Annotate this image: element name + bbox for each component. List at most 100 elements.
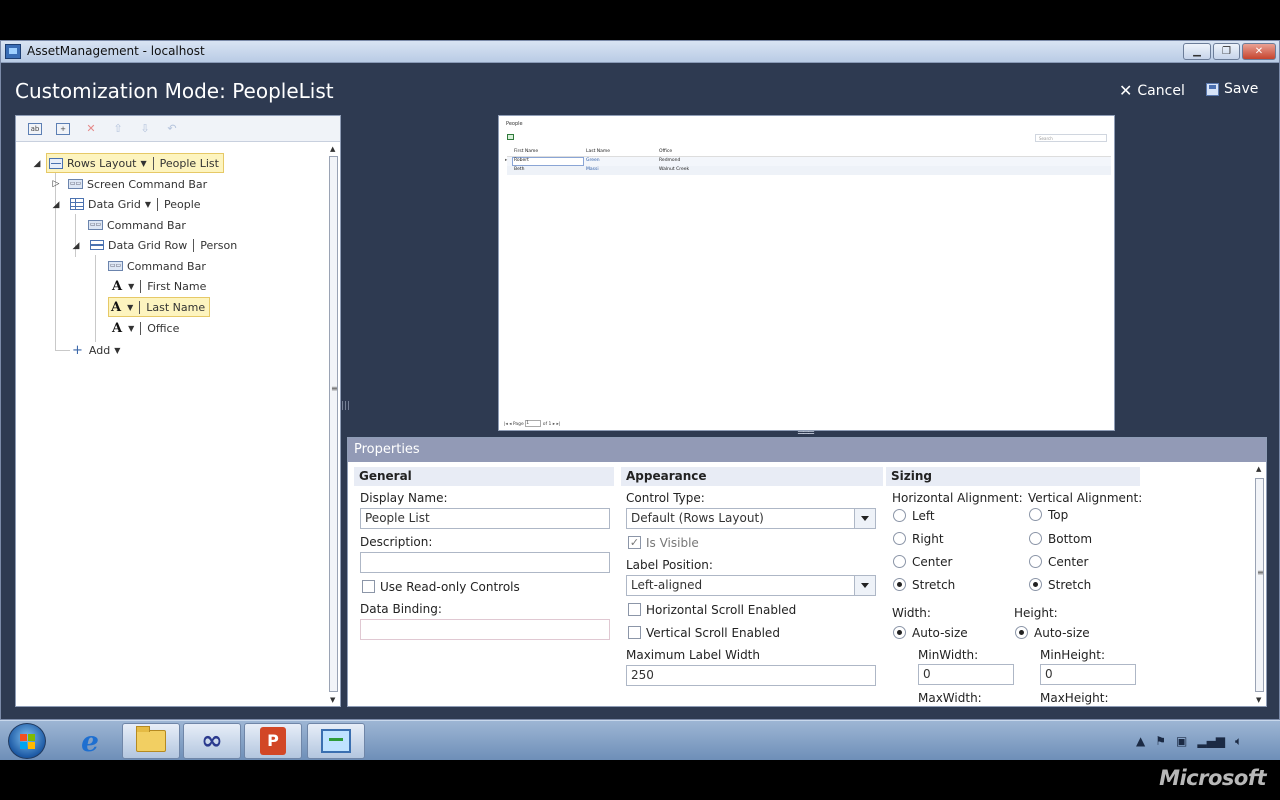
collapse-icon[interactable]: ◢ [51, 200, 61, 210]
properties-panel: Properties General Display Name: People … [347, 437, 1267, 707]
preview-col-header: Last Name [586, 149, 611, 154]
visual-studio-icon: ∞ [201, 726, 223, 756]
chevron-down-icon[interactable]: ▼ [145, 200, 151, 209]
add-item-button[interactable]: ab [26, 120, 44, 137]
chevron-down-icon[interactable]: ▼ [114, 346, 120, 355]
taskbar-ie[interactable]: e [61, 723, 119, 759]
move-down-button[interactable]: ⇩ [136, 120, 154, 137]
readonly-checkbox[interactable] [362, 580, 375, 593]
tree-node-data-grid-row[interactable]: Data Grid Row Person [90, 235, 237, 255]
command-bar-icon: ▭▭ [68, 179, 83, 189]
minwidth-field[interactable]: 0 [918, 664, 1014, 685]
action-center-flag-icon[interactable]: ⚑ [1155, 734, 1166, 749]
tree-node-row-command-bar[interactable]: ▭▭ Command Bar [108, 256, 206, 276]
scroll-thumb[interactable] [1255, 478, 1264, 692]
node-display-name: People List [159, 156, 219, 170]
add-node-button[interactable]: + Add ▼ [72, 340, 120, 360]
node-control-type: Data Grid [88, 197, 141, 211]
collapse-icon[interactable]: ◢ [32, 159, 42, 169]
dropdown-arrow-icon[interactable] [854, 509, 875, 528]
window-title: AssetManagement - localhost [27, 44, 205, 58]
label-position-select[interactable]: Left-aligned [626, 575, 876, 596]
height-label: Height: [1014, 606, 1058, 620]
is-visible-checkbox[interactable]: ✓ [628, 536, 641, 549]
node-label: Command Bar [107, 218, 186, 232]
expand-icon[interactable]: ▷ [51, 179, 61, 189]
preview-col-header: Office [659, 149, 673, 154]
group-add-icon: + [56, 122, 70, 135]
max-label-width-field[interactable]: 250 [626, 665, 876, 686]
properties-header: Properties [348, 438, 1266, 462]
delete-button[interactable]: ✕ [82, 120, 100, 137]
halign-center-radio[interactable] [893, 555, 906, 568]
plus-icon: + [72, 342, 83, 358]
app-window: AssetManagement - localhost ▁ ❐ ✕ Custom… [0, 40, 1280, 720]
data-grid-icon [70, 198, 84, 210]
valign-stretch-radio[interactable] [1029, 578, 1042, 591]
scroll-thumb[interactable] [329, 156, 338, 692]
vscroll-checkbox[interactable] [628, 626, 641, 639]
vscroll-label: Vertical Scroll Enabled [646, 626, 780, 640]
tree-node-last-name[interactable]: A ▼ Last Name [108, 297, 211, 317]
minheight-field[interactable]: 0 [1040, 664, 1136, 685]
move-up-button[interactable]: ⇧ [109, 120, 127, 137]
show-hidden-icons-icon[interactable]: ▲ [1136, 734, 1145, 749]
close-button[interactable]: ✕ [1242, 43, 1276, 60]
save-button[interactable]: Save [1206, 81, 1258, 97]
tree-node-grid-command-bar[interactable]: ▭▭ Command Bar [88, 215, 186, 235]
valign-center-radio[interactable] [1029, 555, 1042, 568]
halign-stretch-radio[interactable] [893, 578, 906, 591]
vertical-splitter[interactable]: ||| [341, 401, 350, 411]
taskbar-explorer[interactable] [122, 723, 180, 759]
height-autosize-radio[interactable] [1015, 626, 1028, 639]
tree-node-screen-command-bar[interactable]: ▭▭ Screen Command Bar [68, 174, 207, 194]
valign-top-radio[interactable] [1029, 508, 1042, 521]
description-field[interactable] [360, 552, 610, 573]
add-group-button[interactable]: + [54, 120, 72, 137]
chevron-down-icon[interactable]: ▼ [128, 324, 134, 333]
tree-node-data-grid[interactable]: Data Grid ▼ People [70, 194, 201, 214]
arrow-down-icon: ⇩ [140, 122, 150, 135]
data-binding-field[interactable] [360, 619, 610, 640]
scroll-down-icon[interactable]: ▼ [1256, 696, 1261, 704]
width-autosize-radio[interactable] [893, 626, 906, 639]
dropdown-arrow-icon[interactable] [854, 576, 875, 595]
halign-left-radio[interactable] [893, 509, 906, 522]
properties-scrollbar[interactable]: ▲ ≡ ▼ [1254, 462, 1266, 706]
minimize-button[interactable]: ▁ [1183, 43, 1211, 60]
tree-node-first-name[interactable]: A ▼ First Name [112, 276, 206, 296]
device-icon[interactable]: ▣ [1176, 734, 1187, 749]
chevron-down-icon[interactable]: ▼ [127, 303, 133, 312]
reset-button[interactable]: ↶ [163, 120, 181, 137]
scroll-up-icon[interactable]: ▲ [1256, 465, 1261, 473]
maximize-button[interactable]: ❐ [1213, 43, 1240, 60]
taskbar-remote-app[interactable] [307, 723, 365, 759]
scroll-up-icon[interactable]: ▲ [330, 145, 335, 153]
collapse-icon[interactable]: ◢ [71, 241, 81, 251]
scroll-down-icon[interactable]: ▼ [330, 696, 335, 704]
chevron-down-icon[interactable]: ▼ [141, 159, 147, 168]
start-button[interactable] [8, 723, 46, 759]
halign-label: Horizontal Alignment: [892, 491, 1023, 505]
control-type-select[interactable]: Default (Rows Layout) [626, 508, 876, 529]
tree-guide [55, 172, 56, 350]
display-name-field[interactable]: People List [360, 508, 610, 529]
preview-cell: Massi [586, 167, 599, 172]
tree-node-rows-layout[interactable]: Rows Layout ▼ People List [46, 153, 224, 173]
volume-icon[interactable]: 🔈︎ [1235, 734, 1242, 749]
chevron-down-icon[interactable]: ▼ [128, 282, 134, 291]
max-label-width-label: Maximum Label Width [626, 648, 760, 662]
tree-guide [55, 350, 70, 351]
taskbar-powerpoint[interactable]: P [244, 723, 302, 759]
hscroll-checkbox[interactable] [628, 603, 641, 616]
folder-icon [136, 726, 166, 752]
tree-node-office[interactable]: A ▼ Office [112, 318, 179, 338]
network-signal-icon[interactable]: ▂▄▆ [1197, 734, 1225, 749]
cancel-button[interactable]: ✕ Cancel [1119, 81, 1185, 100]
taskbar-visual-studio[interactable]: ∞ [183, 723, 241, 759]
valign-bottom-radio[interactable] [1029, 532, 1042, 545]
preview-cell: Beth [514, 167, 525, 172]
halign-right-radio[interactable] [893, 532, 906, 545]
display-name-label: Display Name: [360, 491, 448, 505]
tree-scrollbar[interactable]: ▲ ≡ ▼ [328, 142, 340, 706]
